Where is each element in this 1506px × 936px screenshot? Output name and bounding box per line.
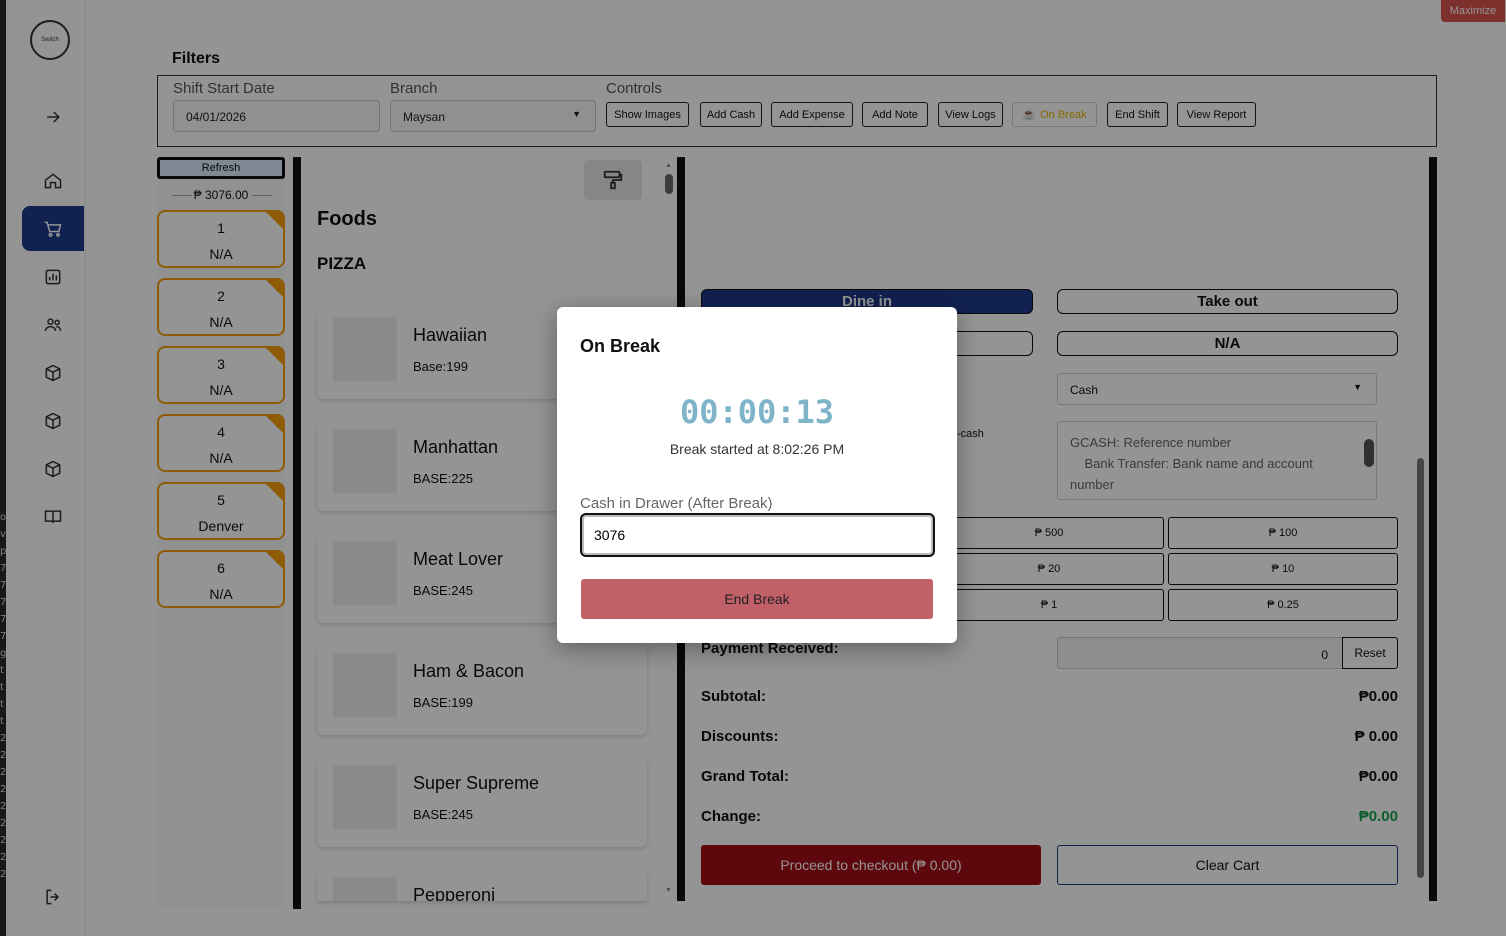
cash-in-drawer-input[interactable] <box>580 513 935 557</box>
modal-title: On Break <box>580 336 661 356</box>
break-timer: 00:00:13 <box>679 393 835 431</box>
break-started-text: Break started at 8:02:26 PM <box>669 441 845 457</box>
on-break-modal: On Break 00:00:13 Break started at 8:02:… <box>557 307 957 643</box>
end-break-button[interactable]: End Break <box>581 579 933 619</box>
cash-in-drawer-label: Cash in Drawer (After Break) <box>580 495 773 512</box>
